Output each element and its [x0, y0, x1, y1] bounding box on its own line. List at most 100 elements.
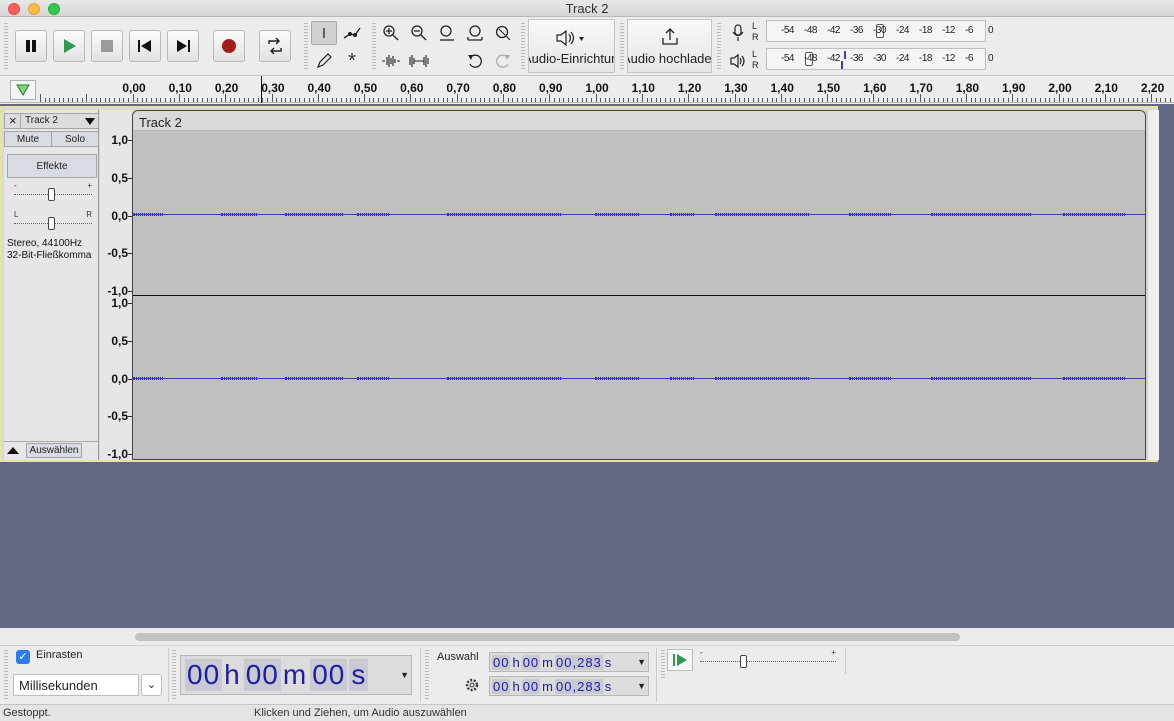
selection-tool[interactable]: I — [311, 21, 337, 45]
ruler-tick — [748, 98, 750, 102]
gain-slider[interactable]: - + — [14, 181, 92, 203]
timeline-ruler[interactable]: 0,00 0,10 0,20 0,30 0,40 0,50 0,60 0,70 0,80 0,90… — [0, 76, 1174, 103]
skip-to-end-button[interactable] — [167, 30, 199, 62]
gain-slider-thumb[interactable] — [48, 188, 55, 201]
ruler-tick — [734, 94, 736, 102]
record-meter-scale[interactable]: -54 -48 -42 -36 -30 -24 -18 -12 -6 0 — [766, 20, 994, 42]
ruler-tick — [447, 98, 449, 102]
toolbar-grip[interactable] — [172, 650, 176, 700]
loop-button[interactable] — [259, 30, 291, 62]
end-hours: 00 — [492, 678, 511, 694]
amplitude-ruler[interactable]: 1,0 0,5 0,0 -0,5 -1,0 1,0 0,5 0,0 -0,5 -1,0 — [100, 110, 132, 461]
ruler-tick — [1058, 94, 1060, 102]
toolbar-grip[interactable] — [4, 650, 8, 700]
waveform-burst — [133, 377, 163, 380]
ruler-tick — [1086, 98, 1088, 102]
snap-checkbox[interactable]: ✓ — [16, 650, 30, 664]
fit-project-button[interactable] — [462, 21, 488, 45]
horizontal-scrollbar[interactable] — [0, 628, 1174, 645]
undo-button[interactable] — [462, 49, 488, 73]
toolbar-grip[interactable] — [304, 23, 308, 69]
play-button[interactable] — [53, 30, 85, 62]
envelope-tool[interactable] — [339, 21, 365, 45]
ruler-label: 0,10 — [168, 81, 192, 95]
zoom-out-button[interactable] — [406, 21, 432, 45]
time-format-dropdown-icon[interactable]: ▼ — [400, 670, 409, 680]
zoom-toggle-button[interactable] — [490, 21, 516, 45]
solo-button[interactable]: Solo — [51, 131, 99, 147]
zoom-in-button[interactable] — [378, 21, 404, 45]
snap-unit-select[interactable]: Millisekunden — [13, 674, 139, 696]
ruler-tick — [586, 98, 588, 102]
start-format-dropdown-icon[interactable]: ▼ — [637, 657, 646, 667]
ruler-label: 0,70 — [446, 81, 470, 95]
redo-button[interactable] — [490, 49, 516, 73]
skip-to-start-button[interactable] — [129, 30, 161, 62]
ruler-tick — [276, 98, 278, 102]
ruler-tick — [137, 98, 139, 102]
ruler-tick — [155, 98, 157, 102]
record-meter-button[interactable] — [725, 21, 751, 45]
close-track-icon[interactable]: × — [9, 114, 17, 128]
playback-meter-scale[interactable]: -54 -48 -42 -36 -30 -24 -18 -12 -6 0 — [766, 48, 994, 70]
mute-button[interactable]: Mute — [4, 131, 52, 147]
toolbar-grip[interactable] — [521, 23, 525, 69]
collapse-track-icon[interactable] — [7, 447, 19, 455]
toolbar-grip[interactable] — [717, 23, 721, 69]
silence-audio-button[interactable] — [406, 49, 432, 73]
speed-slider-thumb[interactable] — [740, 655, 747, 668]
pause-button[interactable] — [15, 30, 47, 62]
ruler-tick — [1128, 98, 1130, 102]
pin-playhead-button[interactable] — [10, 80, 36, 100]
audio-position-display[interactable]: 00 h 00 m 00 s ▼ — [180, 655, 412, 695]
stop-button[interactable] — [91, 30, 123, 62]
audio-track[interactable]: × Track 2 Mute Solo Effekte - + L R Ster… — [0, 106, 1159, 462]
toolbar-grip[interactable] — [4, 23, 8, 69]
toolbar-grip[interactable] — [661, 650, 665, 678]
toolbar-grip[interactable] — [620, 23, 624, 69]
play-speed-slider[interactable]: - + — [700, 648, 836, 670]
play-at-speed-button[interactable] — [667, 649, 693, 671]
selection-start-display[interactable]: 00 h 00 m 00,283 s ▼ — [489, 652, 649, 672]
playback-meter-button[interactable] — [725, 49, 751, 73]
selection-end-display[interactable]: 00 h 00 m 00,283 s ▼ — [489, 676, 649, 696]
track-format-bits: 32-Bit-Fließkomma — [7, 250, 92, 261]
ruler-tick — [854, 98, 856, 102]
toolbar-grip[interactable] — [372, 23, 376, 69]
trim-audio-button[interactable] — [378, 49, 404, 73]
share-audio-button[interactable]: Audio hochladen — [627, 19, 712, 73]
ruler-tick — [1040, 98, 1042, 102]
ruler-tick — [697, 98, 699, 102]
pan-slider-thumb[interactable] — [48, 217, 55, 230]
ruler-tick — [956, 98, 958, 102]
horizontal-scroll-thumb[interactable] — [135, 633, 960, 641]
play-at-speed-icon — [673, 654, 687, 666]
audio-setup-button[interactable]: Audio-Einrichtung — [528, 19, 615, 73]
select-track-button[interactable]: Auswählen — [26, 443, 82, 458]
ruler-tick — [146, 98, 148, 102]
selection-settings-button[interactable] — [462, 675, 482, 695]
snap-unit-dropdown[interactable]: ⌄ — [141, 674, 162, 696]
audio-clip[interactable]: Track 2 — [132, 110, 1146, 460]
effects-button[interactable]: Effekte — [7, 154, 97, 178]
main-toolbar: I * Audio-Einrichtung Audio hoch — [0, 17, 1174, 76]
track-menu-dropdown-icon[interactable] — [85, 118, 95, 126]
track-area[interactable]: × Track 2 Mute Solo Effekte - + L R Ster… — [0, 104, 1174, 628]
fit-selection-button[interactable] — [434, 21, 460, 45]
track-name-label[interactable]: Track 2 — [25, 115, 58, 126]
ruler-tick — [757, 98, 759, 102]
record-meter[interactable]: L R -54 -48 -42 -36 -30 -24 -18 -12 -6 0 — [752, 20, 1002, 42]
meter-left-label: L — [752, 21, 758, 31]
end-format-dropdown-icon[interactable]: ▼ — [637, 681, 646, 691]
ruler-tick — [211, 98, 213, 102]
multi-tool[interactable]: * — [339, 49, 365, 73]
track-vertical-scrollbar[interactable] — [1147, 110, 1159, 460]
ruler-label: 1,80 — [955, 81, 980, 95]
record-button[interactable] — [213, 30, 245, 62]
pan-slider[interactable]: L R — [14, 210, 92, 232]
clip-title[interactable]: Track 2 — [133, 111, 1145, 131]
playback-meter[interactable]: L R -54 -48 -42 -36 -30 -24 -18 -12 -6 0 — [752, 48, 1002, 70]
toolbar-grip[interactable] — [425, 650, 429, 700]
toolbar-separator — [845, 648, 846, 674]
draw-tool[interactable] — [311, 49, 337, 73]
